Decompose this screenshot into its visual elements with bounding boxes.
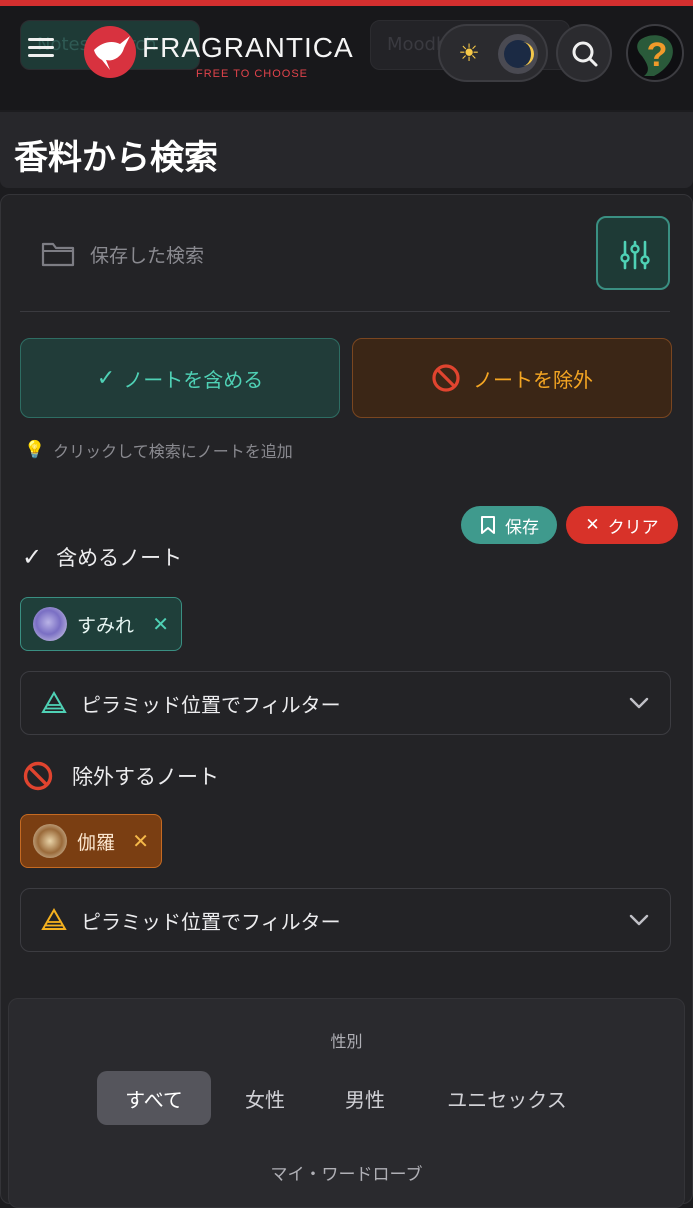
- clear-search-label: クリア: [607, 517, 659, 538]
- remove-note-icon[interactable]: ✕: [152, 612, 169, 636]
- clear-search-button[interactable]: ✕ クリア: [566, 506, 678, 544]
- brand-name[interactable]: FRAGRANTICA: [142, 32, 354, 64]
- save-search-label: 保存: [505, 517, 539, 538]
- chevron-down-icon: [629, 697, 649, 709]
- include-filter-label: ピラミッド位置でフィルター: [81, 692, 341, 717]
- note-name: すみれ: [77, 614, 135, 637]
- excluded-notes-title: 除外するノート: [72, 765, 219, 789]
- include-notes-button[interactable]: ✓ ノートを含める: [20, 338, 340, 418]
- pyramid-icon: [41, 908, 67, 930]
- search-button[interactable]: [556, 24, 612, 82]
- hint-text: クリックして検索にノートを追加: [53, 442, 293, 461]
- gender-option-all[interactable]: すべて: [97, 1071, 211, 1125]
- check-icon: ✓: [96, 365, 116, 391]
- divider: [20, 311, 670, 312]
- exclude-notes-button[interactable]: ノートを除外: [352, 338, 672, 418]
- filter-settings-button[interactable]: [596, 216, 670, 290]
- wardrobe-label: マイ・ワードローブ: [270, 1165, 423, 1185]
- brand-tagline: FREE TO CHOOSE: [196, 68, 309, 80]
- agarwood-note-image: [33, 824, 67, 858]
- chevron-down-icon: [629, 914, 649, 926]
- prohibited-icon: [432, 364, 460, 392]
- included-notes-title: 含めるノート: [56, 546, 183, 570]
- lightbulb-icon: 💡: [24, 440, 46, 460]
- exclude-notes-label: ノートを除外: [473, 367, 593, 392]
- saved-searches-link[interactable]: 保存した検索: [40, 230, 204, 278]
- hint-text-row: 💡 クリックして検索にノートを追加: [24, 438, 293, 462]
- theme-toggle[interactable]: ☀: [438, 24, 548, 82]
- save-search-button[interactable]: 保存: [461, 506, 557, 544]
- svg-text:?: ?: [647, 36, 668, 74]
- bookmark-icon: [481, 516, 495, 534]
- question-mark-icon: ?: [637, 35, 673, 76]
- close-icon: ✕: [585, 515, 600, 535]
- prohibited-icon: [23, 761, 53, 791]
- moon-icon: [498, 34, 538, 74]
- check-icon: ✓: [22, 543, 43, 571]
- page-title: 香料から検索: [14, 138, 218, 178]
- gender-option-male[interactable]: 男性: [326, 1071, 404, 1125]
- included-note-chip[interactable]: すみれ ✕: [20, 597, 182, 651]
- note-name: 伽羅: [77, 831, 116, 854]
- violet-note-image: [33, 607, 67, 641]
- gender-option-unisex[interactable]: ユニセックス: [428, 1071, 586, 1125]
- include-notes-label: ノートを含める: [123, 367, 264, 392]
- folder-icon: [41, 242, 75, 267]
- included-notes-heading: ✓ 含めるノート: [22, 542, 182, 572]
- help-button[interactable]: ?: [626, 24, 684, 82]
- exclude-pyramid-filter-dropdown[interactable]: ピラミッド位置でフィルター: [20, 888, 671, 952]
- search-icon: [572, 41, 598, 67]
- excluded-note-chip[interactable]: 伽羅 ✕: [20, 814, 162, 868]
- include-pyramid-filter-dropdown[interactable]: ピラミッド位置でフィルター: [20, 671, 671, 735]
- saved-searches-label: 保存した検索: [90, 244, 205, 267]
- exclude-filter-label: ピラミッド位置でフィルター: [81, 909, 341, 934]
- hamburger-menu-icon[interactable]: [28, 38, 54, 60]
- remove-note-icon[interactable]: ✕: [132, 829, 149, 853]
- hummingbird-logo[interactable]: [84, 26, 136, 78]
- excluded-notes-heading: 除外するノート: [22, 760, 219, 792]
- pyramid-icon: [41, 691, 67, 713]
- sliders-icon: [620, 240, 650, 270]
- sun-icon: ☀: [458, 39, 480, 67]
- gender-label: 性別: [330, 1032, 363, 1051]
- gender-option-female[interactable]: 女性: [226, 1071, 304, 1125]
